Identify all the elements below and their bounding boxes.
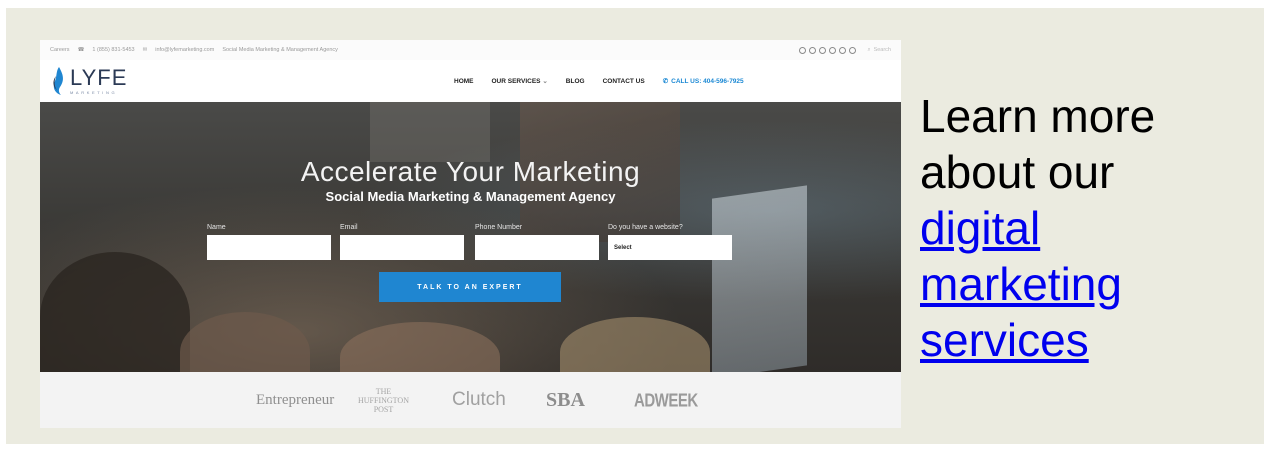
mail-icon: ✉ (142, 47, 148, 53)
nav-blog[interactable]: BLOG (566, 78, 585, 85)
careers-link[interactable]: Careers (50, 47, 70, 53)
adweek-logo: ADWEEK (634, 389, 698, 411)
logo-subtext: MARKETING (70, 90, 118, 95)
lyfe-logo[interactable]: LYFE MARKETING (50, 66, 127, 96)
nav-call-us[interactable]: ✆ CALL US: 404-596-7925 (662, 77, 744, 86)
email-label: Email (340, 224, 358, 231)
phone-field[interactable] (475, 235, 599, 260)
call-us-text: CALL US: 404-596-7925 (671, 77, 744, 85)
huffington-line-1: THE (375, 386, 392, 396)
hero-person-2-shape (180, 312, 310, 372)
phone-icon: ☎ (77, 47, 85, 53)
huffington-line-3: POST (373, 404, 394, 414)
website-select[interactable]: Select (608, 235, 732, 260)
chevron-down-icon: ⌄ (542, 78, 548, 85)
flame-logo-icon (53, 67, 63, 95)
main-navbar: LYFE MARKETING HOME OUR SERVICES ⌄ BLOG … (40, 60, 901, 102)
website-select-value: Select (614, 244, 632, 251)
facebook-icon[interactable] (799, 46, 807, 54)
name-field[interactable] (207, 235, 331, 260)
huffington-post-logo: THE HUFFINGTON POST (358, 372, 409, 428)
top-phone[interactable]: 1 (855) 831-5453 (92, 47, 134, 53)
phone-icon: ✆ (662, 78, 669, 85)
hero-monitor-shape (712, 185, 807, 372)
logo-wordmark: LYFE (70, 65, 128, 90)
twitter-icon[interactable] (809, 46, 817, 54)
clutch-logo: Clutch (452, 389, 506, 410)
nav-our-services-label: OUR SERVICES (491, 78, 541, 85)
huffington-line-2: HUFFINGTON (358, 395, 409, 405)
pinterest-icon[interactable] (849, 46, 857, 54)
top-tagline: Social Media Marketing & Management Agen… (222, 47, 338, 53)
nav-home[interactable]: HOME (454, 78, 474, 85)
name-label: Name (207, 224, 226, 231)
learn-more-text: Learn more about our digital marketing s… (920, 88, 1240, 368)
hero-person-4-shape (560, 317, 710, 372)
phone-label: Phone Number (475, 224, 523, 231)
search-icon: ⌕ (867, 46, 871, 53)
nav-our-services[interactable]: OUR SERVICES ⌄ (492, 77, 548, 85)
learn-more-prefix: Learn more about our (920, 90, 1156, 198)
instagram-icon[interactable] (829, 46, 837, 54)
website-label: Do you have a website? (608, 224, 683, 231)
talk-to-expert-button[interactable]: TALK TO AN EXPERT (379, 272, 561, 302)
sba-logo: SBA (546, 388, 585, 411)
hero-person-3-shape (340, 322, 500, 372)
hero-section: Accelerate Your Marketing Social Media M… (40, 102, 901, 372)
nav-links: HOME OUR SERVICES ⌄ BLOG CONTACT US ✆ CA… (454, 60, 744, 102)
email-field[interactable] (340, 235, 464, 260)
search-placeholder: Search (873, 47, 891, 53)
linkedin-icon[interactable] (819, 46, 827, 54)
top-bar: Careers ☎ 1 (855) 831-5453 ✉ info@lyfema… (40, 40, 901, 60)
youtube-icon[interactable] (839, 46, 847, 54)
hero-subtitle: Social Media Marketing & Management Agen… (325, 189, 616, 204)
hero-title: Accelerate Your Marketing (300, 156, 641, 187)
digital-marketing-services-link[interactable]: digital marketing services (920, 202, 1122, 366)
press-logos-bar: Entrepreneur THE HUFFINGTON POST Clutch … (40, 372, 901, 428)
nav-contact-us[interactable]: CONTACT US (603, 78, 645, 85)
top-email[interactable]: info@lyfemarketing.com (155, 47, 214, 53)
website-screenshot: Careers ☎ 1 (855) 831-5453 ✉ info@lyfema… (40, 40, 901, 428)
hero-person-1-shape (40, 252, 190, 372)
top-search[interactable]: ⌕ Search (867, 47, 891, 54)
social-icons: ⌕ Search (799, 46, 891, 54)
entrepreneur-logo: Entrepreneur (256, 391, 335, 408)
hero-window-shape (370, 102, 490, 162)
